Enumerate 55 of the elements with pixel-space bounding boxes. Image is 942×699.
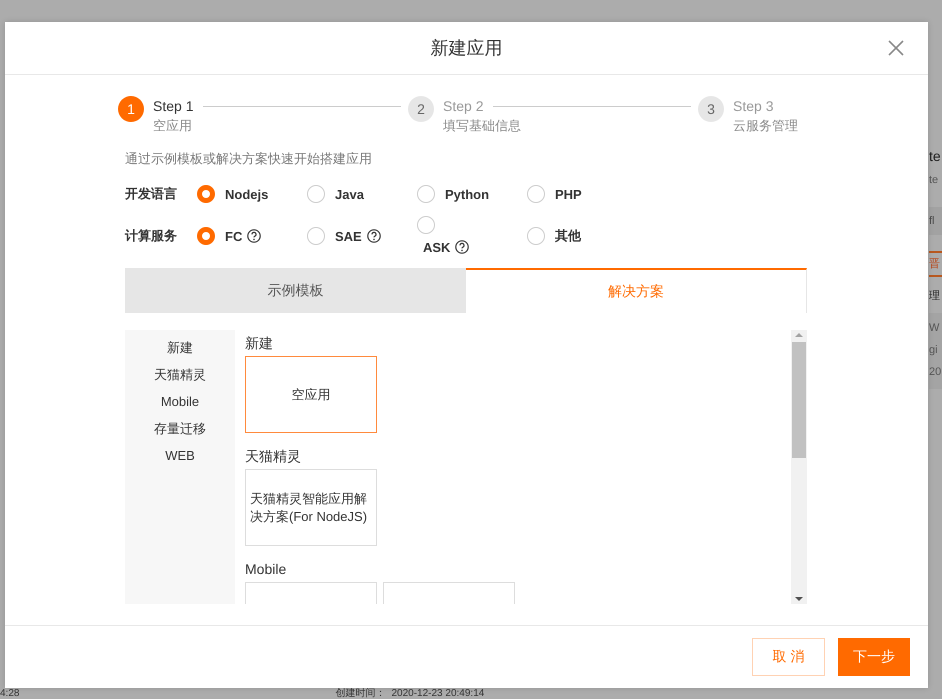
category-item[interactable]: Mobile (160, 388, 200, 415)
step-number: 1 (118, 96, 144, 122)
background-text: W (929, 322, 940, 334)
section-title: 新建 (245, 334, 274, 352)
background-text: 4:28 (0, 688, 20, 699)
category-item[interactable]: 存量迁移 (154, 415, 206, 442)
option-label: SAE (335, 228, 362, 244)
option-label: Nodejs (225, 186, 268, 202)
background-text: 理 (929, 289, 940, 304)
template-card[interactable]: 天猫精灵智能应用解决方案(For NodeJS) (245, 469, 377, 546)
field-label: 计算服务 (125, 227, 178, 245)
scroll-down-icon (795, 594, 803, 604)
step-subtitle: 空应用 (153, 117, 193, 135)
option-label: FC (225, 228, 242, 244)
close-button[interactable] (886, 38, 906, 58)
option-label: Java (335, 186, 364, 202)
radio-button[interactable] (527, 185, 545, 203)
background-text: te (929, 173, 940, 188)
step-title: Step 3 (733, 98, 774, 114)
background-text: 20 (929, 366, 942, 378)
radio-button[interactable] (307, 227, 325, 245)
close-icon (886, 38, 906, 58)
step-subtitle: 填写基础信息 (443, 117, 522, 135)
option-label: 其他 (555, 227, 581, 245)
section-title: 天猫精灵 (245, 447, 302, 465)
radio-button[interactable] (417, 185, 435, 203)
section-title: Mobile (245, 560, 288, 578)
radio-button[interactable] (307, 185, 325, 203)
tab[interactable]: 示例模板 (125, 268, 466, 313)
radio-button[interactable] (197, 227, 215, 245)
scrollbar[interactable] (791, 330, 807, 604)
scroll-up-icon (795, 330, 803, 340)
category-item[interactable]: WEB (165, 442, 195, 469)
dialog-title: 新建应用 (430, 37, 502, 60)
category-item[interactable]: 天猫精灵 (154, 361, 206, 388)
option-label: PHP (555, 186, 582, 202)
radio-button[interactable] (527, 227, 545, 245)
step-subtitle: 云服务管理 (733, 117, 798, 135)
background-text: 创建时间： (335, 688, 386, 699)
step-title: Step 1 (153, 98, 194, 114)
step-number: 2 (408, 96, 434, 122)
step-title: Step 2 (443, 98, 484, 114)
option-label: Python (445, 186, 490, 202)
option-label: ASK (423, 240, 450, 254)
category-item[interactable]: 新建 (167, 334, 193, 361)
template-card[interactable]: 空应用 (245, 356, 377, 433)
radio-button[interactable] (197, 185, 215, 203)
background-text: gi (929, 344, 938, 356)
step-number: 3 (698, 96, 724, 122)
radio-button[interactable] (417, 216, 435, 234)
background-text: 2020-12-23 20:49:14 (391, 688, 484, 699)
intro-text: 通过示例模板或解决方案快速开始搭建应用 (125, 150, 373, 168)
background-text: te (929, 147, 942, 166)
field-label: 开发语言 (125, 185, 178, 203)
background-text: fl (929, 207, 942, 235)
